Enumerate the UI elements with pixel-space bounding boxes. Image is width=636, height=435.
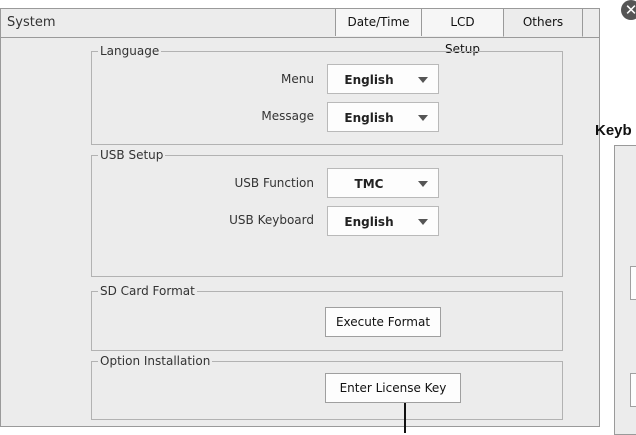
system-window: System Date/Time LCD Setup Others Langua… [0, 8, 600, 427]
language-group: Language Menu English Message English [91, 44, 563, 145]
menu-language-value: English [344, 73, 394, 87]
window-titlebar: System Date/Time LCD Setup Others [1, 9, 599, 56]
tab-date-time[interactable]: Date/Time [335, 9, 421, 36]
usb-setup-group-title: USB Setup [98, 148, 166, 162]
usb-keyboard-label: USB Keyboard [229, 213, 314, 227]
menu-language-select[interactable]: English [327, 64, 439, 94]
usb-function-label: USB Function [234, 176, 315, 190]
execute-format-button[interactable]: Execute Format [325, 307, 441, 337]
usb-function-value: TMC [354, 177, 384, 191]
sd-card-format-group-title: SD Card Format [98, 284, 197, 298]
sd-card-format-group: SD Card Format Execute Format [91, 284, 563, 351]
usb-keyboard-select[interactable]: English [327, 206, 439, 236]
usb-setup-group: USB Setup USB Function TMC USB Keyboard … [91, 148, 563, 277]
option-installation-group-title: Option Installation [98, 354, 213, 368]
menu-language-label: Menu [281, 72, 314, 86]
close-icon[interactable]: ✕ [621, 0, 636, 20]
message-language-select[interactable]: English [327, 102, 439, 132]
usb-function-select[interactable]: TMC [327, 168, 439, 198]
tab-label: Others [522, 15, 564, 29]
usb-keyboard-value: English [344, 215, 394, 229]
keyboard-panel-title: Keyb [595, 122, 632, 139]
chevron-down-icon [418, 115, 428, 121]
enter-license-key-button[interactable]: Enter License Key [325, 373, 461, 403]
callout-pointer-line [404, 403, 406, 433]
option-installation-group: Option Installation Enter License Key [91, 354, 563, 420]
keyboard-panel-button[interactable] [630, 266, 636, 300]
message-language-label: Message [261, 109, 314, 123]
chevron-down-icon [418, 77, 428, 83]
chevron-down-icon [418, 181, 428, 187]
tab-lcd-setup[interactable]: LCD Setup [421, 9, 503, 56]
message-language-value: English [344, 111, 394, 125]
tab-bar: Date/Time LCD Setup Others [335, 9, 583, 56]
tab-others[interactable]: Others [503, 9, 583, 37]
chevron-down-icon [418, 219, 428, 225]
window-title: System [7, 15, 56, 30]
keyboard-panel-button[interactable] [630, 373, 636, 407]
tab-label: Date/Time [347, 15, 410, 29]
language-group-title: Language [98, 44, 162, 58]
